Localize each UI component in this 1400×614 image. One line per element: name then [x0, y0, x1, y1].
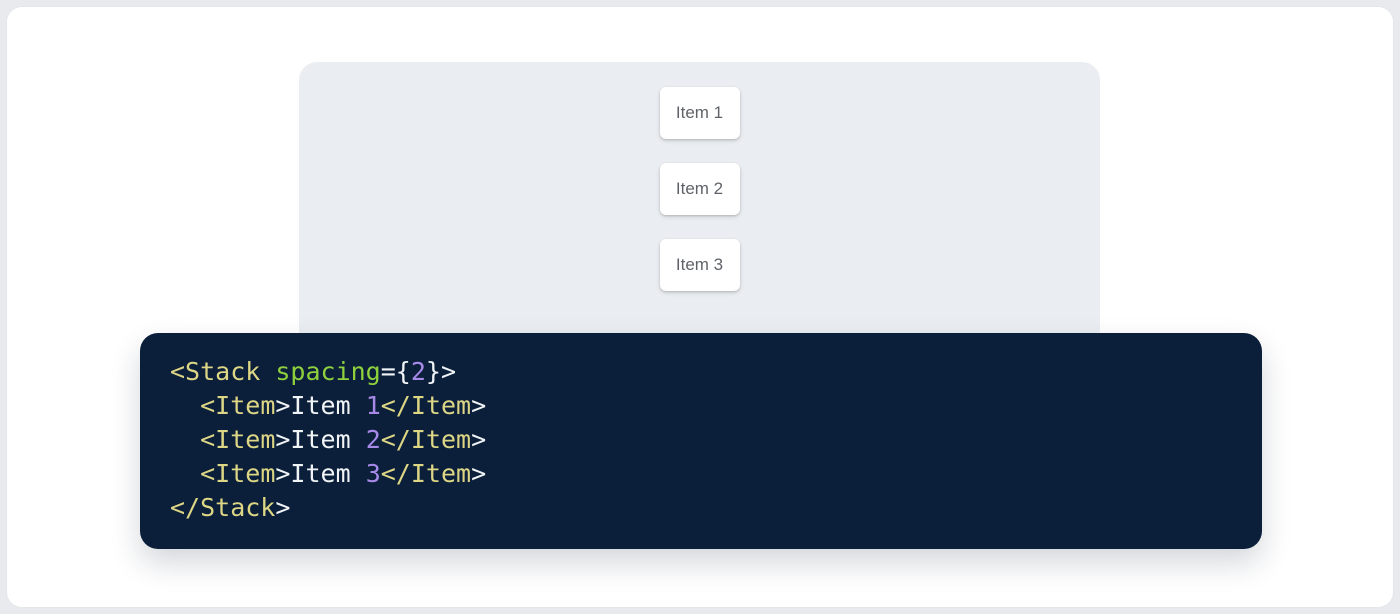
code-line: <Stack spacing={2}>	[170, 355, 1232, 389]
code-token-tag: <Item	[200, 459, 275, 488]
code-token-plain: >Item	[275, 425, 365, 454]
code-token-num: 2	[366, 425, 381, 454]
code-content: <Stack spacing={2}> <Item>Item 1</Item> …	[170, 355, 1232, 525]
code-block: <Stack spacing={2}> <Item>Item 1</Item> …	[140, 333, 1262, 549]
code-token-plain: >	[471, 425, 486, 454]
stack-item: Item 2	[660, 163, 740, 215]
stack-demo: Item 1 Item 2 Item 3	[299, 62, 1100, 291]
code-line: <Item>Item 1</Item>	[170, 389, 1232, 423]
code-token-tag: <Item	[200, 391, 275, 420]
code-token-plain	[170, 391, 200, 420]
code-line: <Item>Item 2</Item>	[170, 423, 1232, 457]
code-token-tag: </Item	[381, 459, 471, 488]
code-line: </Stack>	[170, 491, 1232, 525]
code-token-plain	[260, 357, 275, 386]
code-token-num: 2	[411, 357, 426, 386]
code-token-tag: <Stack	[170, 357, 260, 386]
demo-panel: Item 1 Item 2 Item 3	[299, 62, 1100, 362]
code-token-tag: </Stack	[170, 493, 275, 522]
code-token-plain: }>	[426, 357, 456, 386]
stack-item: Item 1	[660, 87, 740, 139]
code-token-plain: >Item	[275, 391, 365, 420]
stack-item-label: Item 2	[676, 179, 723, 199]
code-line: <Item>Item 3</Item>	[170, 457, 1232, 491]
code-token-num: 1	[366, 391, 381, 420]
code-token-attr: spacing	[275, 357, 380, 386]
stack-item-label: Item 3	[676, 255, 723, 275]
code-token-tag: </Item	[381, 391, 471, 420]
code-token-plain: >	[471, 459, 486, 488]
code-token-plain: >Item	[275, 459, 365, 488]
code-token-plain: ={	[381, 357, 411, 386]
page-background: Item 1 Item 2 Item 3 <Stack spacing={2}>…	[0, 0, 1400, 614]
stack-item: Item 3	[660, 239, 740, 291]
code-token-tag: <Item	[200, 425, 275, 454]
code-token-plain: >	[275, 493, 290, 522]
code-token-tag: </Item	[381, 425, 471, 454]
code-token-plain: >	[471, 391, 486, 420]
code-token-plain	[170, 425, 200, 454]
stack-item-label: Item 1	[676, 103, 723, 123]
code-token-plain	[170, 459, 200, 488]
code-token-num: 3	[366, 459, 381, 488]
